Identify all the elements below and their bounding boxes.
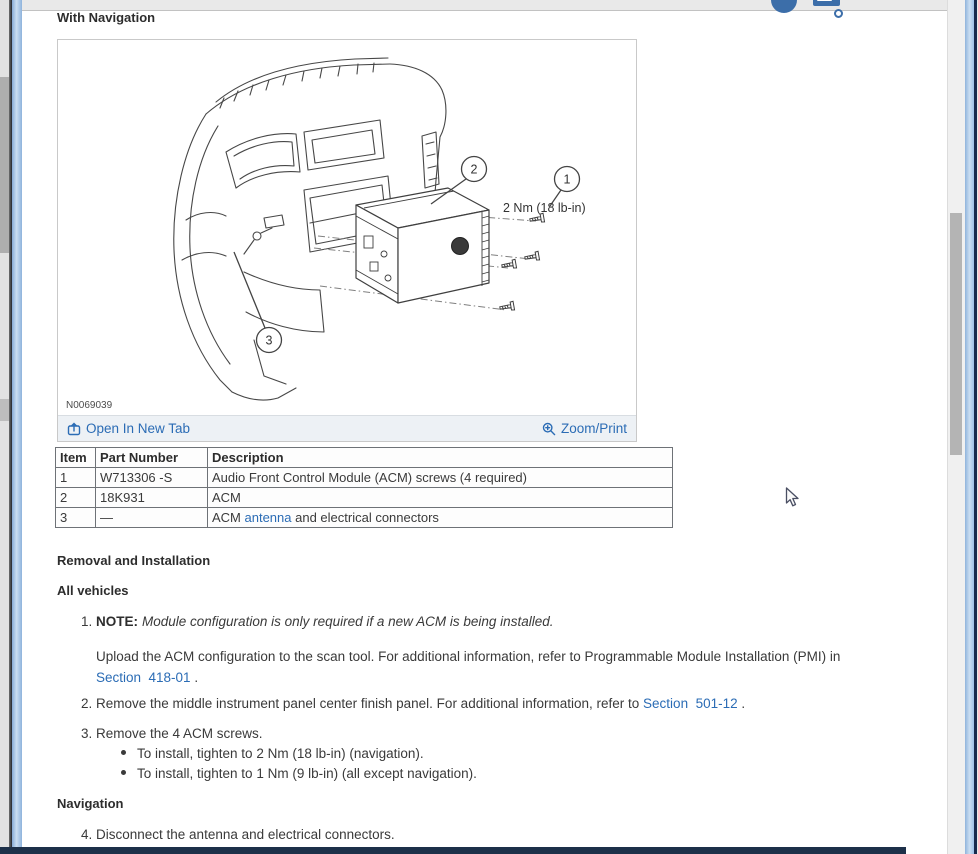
paragraph-text: Upload the ACM configuration to the scan…: [96, 649, 840, 664]
zoom-print-label: Zoom/Print: [561, 421, 627, 436]
diagram-svg: 2 1 3 2 Nm (18 lb-in): [58, 40, 636, 415]
parts-table: Item Part Number Description 1 W713306 -…: [55, 447, 673, 528]
zoom-plus-icon: [542, 422, 556, 436]
left-panel-block: [0, 399, 9, 421]
step-text: Remove the middle instrument panel cente…: [96, 696, 745, 711]
window-right-border: [965, 0, 974, 854]
cell-item: 2: [56, 488, 96, 508]
open-in-new-tab-label: Open In New Tab: [86, 421, 190, 436]
zoom-print-link[interactable]: Zoom/Print: [542, 421, 627, 436]
step-2: 2. Remove the middle instrument panel ce…: [81, 696, 941, 711]
torque-label: 2 Nm (18 lb-in): [503, 201, 586, 215]
table-row: 1 W713306 -S Audio Front Control Module …: [56, 468, 673, 488]
col-header-part-number: Part Number: [96, 448, 208, 468]
bullet-text: To install, tighten to 1 Nm (9 lb-in) (a…: [137, 766, 477, 781]
callout-2-label: 2: [471, 163, 478, 177]
cell-description: ACM: [208, 488, 673, 508]
cell-description: Audio Front Control Module (ACM) screws …: [208, 468, 673, 488]
paragraph-after: .: [191, 670, 199, 685]
heading-navigation: Navigation: [57, 796, 123, 811]
section-501-12-link[interactable]: Section 501-12: [643, 696, 738, 711]
bullet-icon: [121, 750, 126, 755]
open-in-new-tab-icon: [67, 422, 81, 436]
toolbar: [22, 0, 965, 11]
note-text: Module configuration is only required if…: [142, 614, 553, 629]
cell-item: 3: [56, 508, 96, 528]
page-title: With Navigation: [57, 10, 155, 25]
print-icon-ring: [834, 9, 843, 18]
figure-toolbar: Open In New Tab Zoom/Print: [58, 415, 636, 441]
table-row: 3 — ACM antenna and electrical connector…: [56, 508, 673, 528]
cell-part-number: W713306 -S: [96, 468, 208, 488]
bullet-text: To install, tighten to 2 Nm (18 lb-in) (…: [137, 746, 424, 761]
heading-all-vehicles: All vehicles: [57, 583, 129, 598]
cell-part-number: —: [96, 508, 208, 528]
print-icon-slot: [817, 0, 832, 1]
bullet-icon: [121, 770, 126, 775]
step-text: NOTE: Module configuration is only requir…: [96, 614, 553, 629]
step-1: 1. NOTE: Module configuration is only req…: [81, 614, 553, 629]
step-text-after: .: [738, 696, 746, 711]
col-header-item: Item: [56, 448, 96, 468]
heading-removal-and-installation: Removal and Installation: [57, 553, 210, 568]
callout-3-label: 3: [266, 334, 273, 348]
bottom-bar: [0, 847, 906, 854]
exploded-view-diagram: 2 1 3 2 Nm (18 lb-in) N0069039: [58, 40, 636, 415]
callout-1-label: 1: [564, 173, 571, 187]
mouse-cursor: [785, 487, 800, 508]
description-text: ACM: [212, 510, 245, 525]
cell-item: 1: [56, 468, 96, 488]
step-4: 4. Disconnect the antenna and electrical…: [81, 827, 395, 842]
step-text: Disconnect the antenna and electrical co…: [96, 827, 395, 842]
table-row: 2 18K931 ACM: [56, 488, 673, 508]
bullet-item: To install, tighten to 1 Nm (9 lb-in) (a…: [121, 766, 477, 781]
step-number: 3.: [81, 726, 96, 741]
step-number: 1.: [81, 614, 96, 629]
drawing-id: N0069039: [66, 400, 112, 411]
step-text: Remove the 4 ACM screws.: [96, 726, 263, 741]
note-label: NOTE:: [96, 614, 138, 629]
left-scrollbar-thumb[interactable]: [0, 77, 9, 253]
step-3: 3. Remove the 4 ACM screws.: [81, 726, 263, 741]
screw-icons: [499, 213, 544, 312]
description-text: and electrical connectors: [292, 510, 439, 525]
table-header-row: Item Part Number Description: [56, 448, 673, 468]
unit-knob: [452, 238, 469, 255]
print-icon[interactable]: [813, 0, 840, 12]
cell-part-number: 18K931: [96, 488, 208, 508]
bullet-item: To install, tighten to 2 Nm (18 lb-in) (…: [121, 746, 424, 761]
window-left-border: [12, 0, 22, 854]
step-text-body: Remove the middle instrument panel cente…: [96, 696, 643, 711]
figure-panel: 2 1 3 2 Nm (18 lb-in) N0069039 Open In N…: [57, 39, 637, 442]
cell-description: ACM antenna and electrical connectors: [208, 508, 673, 528]
step-number: 2.: [81, 696, 96, 711]
step-1-paragraph: Upload the ACM configuration to the scan…: [96, 646, 926, 688]
col-header-description: Description: [208, 448, 673, 468]
vertical-scrollbar-thumb[interactable]: [950, 213, 962, 455]
open-in-new-tab-link[interactable]: Open In New Tab: [67, 421, 190, 436]
section-418-01-link[interactable]: Section 418-01: [96, 670, 191, 685]
antenna-link[interactable]: antenna: [245, 510, 292, 525]
step-number: 4.: [81, 827, 96, 842]
